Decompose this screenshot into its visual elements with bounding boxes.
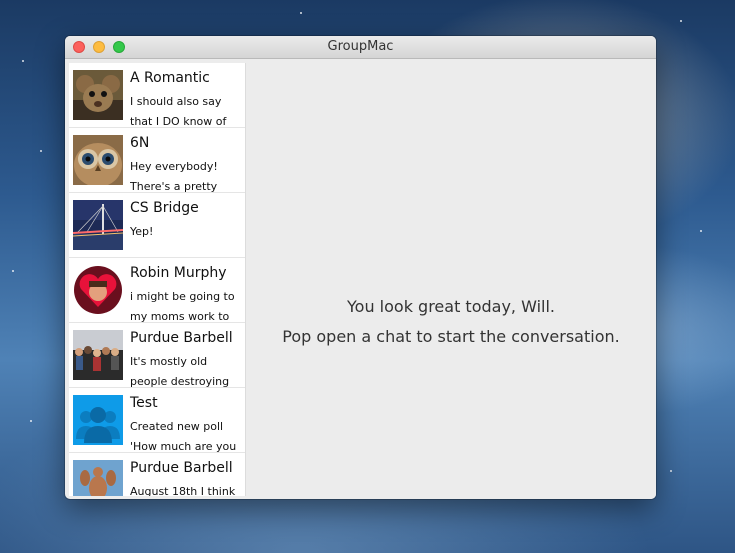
chat-item-6n[interactable]: 6N Hey everybody! There's a pretty — [69, 128, 245, 193]
chat-name: Purdue Barbell — [130, 330, 233, 346]
star — [12, 270, 14, 272]
chat-name: Test — [130, 395, 158, 411]
chat-preview: It's mostly old people destroying — [130, 355, 230, 388]
chat-name: Robin Murphy — [130, 265, 227, 281]
bridge-photo-avatar — [73, 200, 123, 250]
chat-name: A Romantic — [130, 70, 210, 86]
chat-item-cs-bridge[interactable]: CS Bridge Yep! — [69, 193, 245, 258]
window-title: GroupMac — [327, 39, 394, 54]
owl-photo-avatar — [73, 135, 123, 185]
chat-name: CS Bridge — [130, 200, 199, 216]
chat-item-purdue-barbell-2[interactable]: Purdue Barbell August 18th I think — [69, 453, 245, 496]
group-default-avatar — [73, 395, 123, 445]
chat-name: Purdue Barbell — [130, 460, 233, 476]
crowd-photo-avatar — [73, 330, 123, 380]
chat-preview: August 18th I think — [130, 485, 236, 496]
welcome-line-greeting: You look great today, Will. — [347, 297, 555, 316]
heart-photo-avatar — [73, 265, 123, 315]
bodybuilder-photo-avatar — [73, 460, 123, 496]
star — [22, 60, 24, 62]
chat-preview: I should also say that I DO know of non- — [130, 95, 227, 128]
welcome-message: You look great today, Will. Pop open a c… — [246, 292, 656, 352]
welcome-line-instruction: Pop open a chat to start the conversatio… — [282, 327, 620, 346]
star — [300, 12, 302, 14]
star — [670, 470, 672, 472]
chat-item-a-romantic[interactable]: A Romantic I should also say that I DO k… — [69, 63, 245, 128]
star — [30, 420, 32, 422]
star — [680, 20, 682, 22]
chat-item-robin-murphy[interactable]: Robin Murphy i might be going to my moms… — [69, 258, 245, 323]
app-window: GroupMac A Romantic I should also say th… — [65, 36, 656, 499]
chat-list[interactable]: A Romantic I should also say that I DO k… — [69, 63, 246, 496]
chat-preview: Yep! — [130, 225, 154, 238]
chat-preview: Created new poll 'How much are you — [130, 420, 237, 453]
star — [700, 230, 702, 232]
main-pane: You look great today, Will. Pop open a c… — [246, 59, 656, 499]
chat-preview: i might be going to my moms work to — [130, 290, 235, 323]
star — [40, 150, 42, 152]
chat-preview: Hey everybody! There's a pretty — [130, 160, 218, 193]
chat-name: 6N — [130, 135, 150, 151]
title-bar[interactable]: GroupMac — [65, 36, 656, 59]
chat-item-purdue-barbell[interactable]: Purdue Barbell It's mostly old people de… — [69, 323, 245, 388]
chat-item-test[interactable]: Test Created new poll 'How much are you — [69, 388, 245, 453]
rat-photo-avatar — [73, 70, 123, 120]
